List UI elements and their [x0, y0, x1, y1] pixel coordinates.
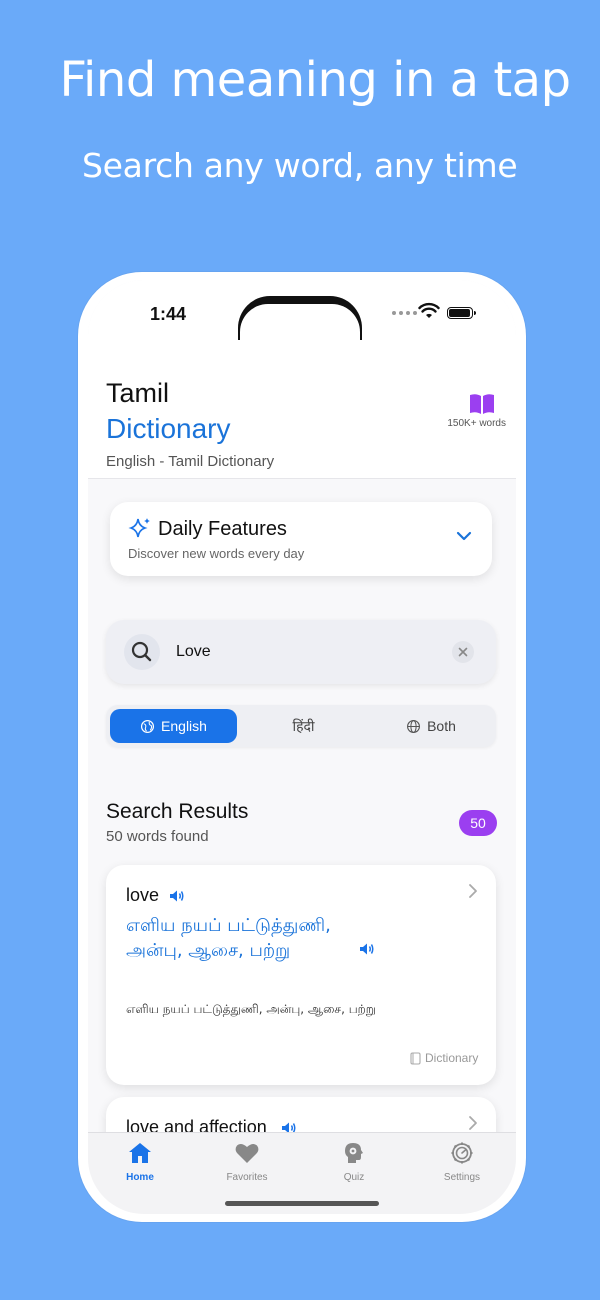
- tab-favorites[interactable]: Favorites: [207, 1141, 287, 1183]
- segment-english-label: English: [161, 718, 207, 734]
- tab-favorites-label: Favorites: [226, 1172, 268, 1183]
- result-card[interactable]: love எளிய நயப் பட்டுத்துணி, அன்பு, ஆசை, …: [106, 865, 496, 1085]
- book-icon: [470, 394, 494, 414]
- globe-icon: [407, 719, 421, 733]
- promo-title: Find meaning in a tap: [59, 52, 571, 108]
- status-time: 1:44: [150, 304, 187, 324]
- search-bar: [106, 620, 496, 684]
- chevron-right-icon: [469, 884, 477, 898]
- segment-english[interactable]: English: [110, 709, 237, 743]
- search-icon: [131, 641, 152, 662]
- tab-settings[interactable]: Settings: [422, 1141, 502, 1183]
- promo-subtitle: Search any word, any time: [82, 146, 518, 185]
- app-screen: 1:44 Tamil Dictionary English - Tamil Di…: [88, 280, 516, 1214]
- segment-both[interactable]: Both: [370, 709, 492, 743]
- speaker-icon[interactable]: [168, 888, 186, 904]
- word-count-label: 150K+ words: [447, 418, 506, 429]
- search-results-title: Search Results: [106, 800, 249, 823]
- clear-search-button[interactable]: [452, 641, 474, 663]
- language-segmented-control: English हिंदी Both: [106, 705, 496, 747]
- chevron-right-icon: [469, 1116, 477, 1130]
- segment-hindi-label: हिंदी: [292, 718, 315, 735]
- speaker-icon[interactable]: [358, 941, 376, 957]
- tab-home[interactable]: Home: [100, 1141, 180, 1183]
- tab-home-label: Home: [126, 1172, 154, 1183]
- close-icon: [458, 647, 468, 657]
- tab-quiz[interactable]: Quiz: [314, 1141, 394, 1183]
- results-count-badge: 50: [459, 810, 497, 836]
- battery-icon: [447, 307, 476, 319]
- search-results-count: 50 words found: [106, 828, 209, 845]
- book-outline-icon: [410, 1051, 421, 1065]
- result-tamil-translation: எளிய நயப் பட்டுத்துணி, அன்பு, ஆசை, பற்று: [126, 913, 366, 963]
- heart-icon: [235, 1144, 259, 1163]
- tab-bar: Home Favorites Quiz Settings: [88, 1132, 516, 1214]
- result-source-label: Dictionary: [425, 1051, 479, 1065]
- result-tamil-definition: எளிய நயப் பட்டுத்துணி, அன்பு, ஆசை, பற்று: [126, 1002, 376, 1016]
- segment-both-label: Both: [427, 718, 456, 734]
- home-indicator: [225, 1201, 379, 1206]
- result-word: love: [126, 885, 160, 905]
- gear-icon: [451, 1142, 473, 1164]
- app-subtitle: English - Tamil Dictionary: [106, 453, 275, 470]
- wifi-icon: [418, 302, 440, 318]
- phone-frame: 1:44 Tamil Dictionary English - Tamil Di…: [78, 272, 526, 1222]
- signal-icon: [392, 311, 417, 315]
- daily-features-title: Daily Features: [158, 518, 287, 540]
- app-title-dictionary: Dictionary: [106, 413, 231, 444]
- app-header: Tamil Dictionary English - Tamil Diction…: [88, 340, 516, 479]
- sparkle-icon: [128, 518, 150, 538]
- tamil-translation-line1: எளிய நயப் பட்டுத்துணி,: [126, 915, 331, 936]
- app-title-tamil: Tamil: [106, 378, 170, 408]
- daily-features-card[interactable]: Daily Features Discover new words every …: [110, 502, 492, 576]
- home-icon: [129, 1143, 151, 1163]
- daily-features-subtitle: Discover new words every day: [128, 546, 305, 561]
- brain-icon: [345, 1143, 363, 1163]
- globe-icon: [141, 719, 155, 733]
- search-icon-button[interactable]: [124, 634, 160, 670]
- chevron-down-icon[interactable]: [456, 530, 472, 542]
- status-bar: 1:44: [88, 280, 516, 360]
- result-source: Dictionary: [410, 1051, 478, 1065]
- tab-settings-label: Settings: [443, 1172, 481, 1183]
- tab-quiz-label: Quiz: [343, 1172, 365, 1183]
- segment-hindi[interactable]: हिंदी: [240, 709, 367, 743]
- search-input[interactable]: [176, 638, 436, 666]
- tamil-translation-line2: அன்பு, ஆசை, பற்று: [126, 940, 291, 961]
